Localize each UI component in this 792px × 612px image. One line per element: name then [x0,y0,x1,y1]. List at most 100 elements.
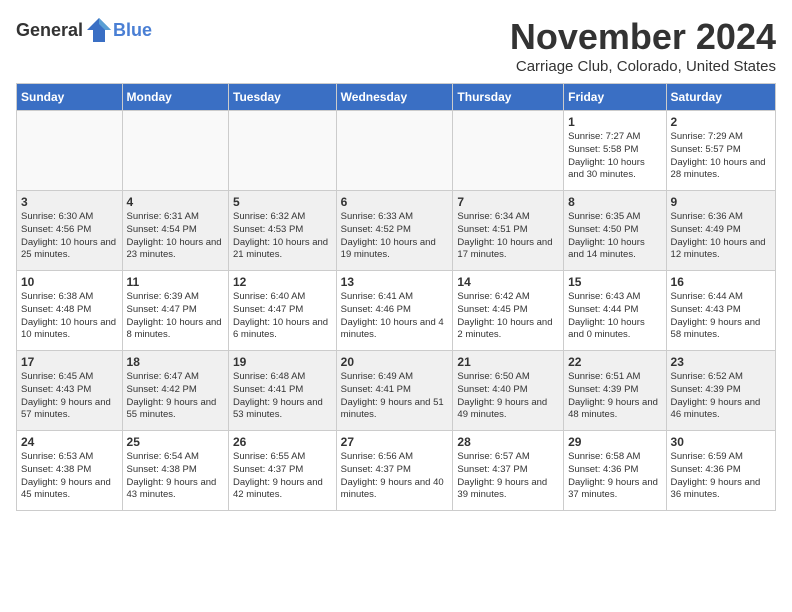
day-number: 17 [21,355,118,369]
day-info: Sunrise: 6:43 AM Sunset: 4:44 PM Dayligh… [568,291,661,342]
col-header-wednesday: Wednesday [336,84,453,111]
day-info: Sunrise: 6:56 AM Sunset: 4:37 PM Dayligh… [341,451,449,502]
day-number: 1 [568,115,661,129]
logo-blue: Blue [113,20,152,41]
day-number: 27 [341,435,449,449]
col-header-friday: Friday [564,84,666,111]
day-info: Sunrise: 6:45 AM Sunset: 4:43 PM Dayligh… [21,371,118,422]
calendar-cell [122,111,228,191]
calendar-cell [17,111,123,191]
day-number: 21 [457,355,559,369]
logo: General Blue [16,16,152,44]
day-info: Sunrise: 6:51 AM Sunset: 4:39 PM Dayligh… [568,371,661,422]
day-info: Sunrise: 6:50 AM Sunset: 4:40 PM Dayligh… [457,371,559,422]
week-row-3: 10 Sunrise: 6:38 AM Sunset: 4:48 PM Dayli… [17,271,776,351]
day-info: Sunrise: 6:35 AM Sunset: 4:50 PM Dayligh… [568,211,661,262]
calendar-cell: 19 Sunrise: 6:48 AM Sunset: 4:41 PM Dayli… [229,351,337,431]
day-number: 18 [127,355,224,369]
day-number: 15 [568,275,661,289]
day-info: Sunrise: 6:30 AM Sunset: 4:56 PM Dayligh… [21,211,118,262]
calendar-cell: 22 Sunrise: 6:51 AM Sunset: 4:39 PM Dayli… [564,351,666,431]
calendar-cell: 24 Sunrise: 6:53 AM Sunset: 4:38 PM Dayli… [17,431,123,511]
week-row-1: 1Sunrise: 7:27 AM Sunset: 5:58 PM Daylig… [17,111,776,191]
day-number: 22 [568,355,661,369]
day-number: 8 [568,195,661,209]
day-number: 10 [21,275,118,289]
day-number: 20 [341,355,449,369]
calendar-cell: 9 Sunrise: 6:36 AM Sunset: 4:49 PM Daylig… [666,191,775,271]
day-info: Sunrise: 6:34 AM Sunset: 4:51 PM Dayligh… [457,211,559,262]
day-info: Sunrise: 6:44 AM Sunset: 4:43 PM Dayligh… [671,291,771,342]
calendar-cell [336,111,453,191]
calendar-cell [229,111,337,191]
day-number: 9 [671,195,771,209]
day-info: Sunrise: 6:39 AM Sunset: 4:47 PM Dayligh… [127,291,224,342]
day-number: 2 [671,115,771,129]
day-info: Sunrise: 6:54 AM Sunset: 4:38 PM Dayligh… [127,451,224,502]
calendar-table: SundayMondayTuesdayWednesdayThursdayFrid… [16,83,776,511]
day-number: 30 [671,435,771,449]
month-title: November 2024 [510,16,776,58]
day-info: Sunrise: 7:29 AM Sunset: 5:57 PM Dayligh… [671,131,771,182]
calendar-cell: 8 Sunrise: 6:35 AM Sunset: 4:50 PM Daylig… [564,191,666,271]
calendar-cell: 17 Sunrise: 6:45 AM Sunset: 4:43 PM Dayli… [17,351,123,431]
day-number: 4 [127,195,224,209]
day-number: 23 [671,355,771,369]
logo-icon [85,16,113,44]
calendar-cell: 2 Sunrise: 7:29 AM Sunset: 5:57 PM Daylig… [666,111,775,191]
day-number: 19 [233,355,332,369]
day-number: 16 [671,275,771,289]
day-info: Sunrise: 6:59 AM Sunset: 4:36 PM Dayligh… [671,451,771,502]
calendar-cell: 12 Sunrise: 6:40 AM Sunset: 4:47 PM Dayli… [229,271,337,351]
calendar-cell: 6 Sunrise: 6:33 AM Sunset: 4:52 PM Daylig… [336,191,453,271]
day-number: 7 [457,195,559,209]
day-info: Sunrise: 6:32 AM Sunset: 4:53 PM Dayligh… [233,211,332,262]
day-number: 24 [21,435,118,449]
calendar-cell: 28 Sunrise: 6:57 AM Sunset: 4:37 PM Dayli… [453,431,564,511]
col-header-saturday: Saturday [666,84,775,111]
calendar-cell [453,111,564,191]
calendar-cell: 16 Sunrise: 6:44 AM Sunset: 4:43 PM Dayli… [666,271,775,351]
day-number: 3 [21,195,118,209]
calendar-cell: 7 Sunrise: 6:34 AM Sunset: 4:51 PM Daylig… [453,191,564,271]
calendar-cell: 3 Sunrise: 6:30 AM Sunset: 4:56 PM Daylig… [17,191,123,271]
day-info: Sunrise: 6:41 AM Sunset: 4:46 PM Dayligh… [341,291,449,342]
col-header-tuesday: Tuesday [229,84,337,111]
day-number: 25 [127,435,224,449]
day-info: Sunrise: 6:57 AM Sunset: 4:37 PM Dayligh… [457,451,559,502]
day-number: 13 [341,275,449,289]
day-number: 14 [457,275,559,289]
calendar-cell: 27 Sunrise: 6:56 AM Sunset: 4:37 PM Dayli… [336,431,453,511]
calendar-cell: 29 Sunrise: 6:58 AM Sunset: 4:36 PM Dayli… [564,431,666,511]
calendar-cell: 25 Sunrise: 6:54 AM Sunset: 4:38 PM Dayli… [122,431,228,511]
day-number: 26 [233,435,332,449]
day-number: 6 [341,195,449,209]
day-info: Sunrise: 6:31 AM Sunset: 4:54 PM Dayligh… [127,211,224,262]
day-info: Sunrise: 6:38 AM Sunset: 4:48 PM Dayligh… [21,291,118,342]
calendar-cell: 23 Sunrise: 6:52 AM Sunset: 4:39 PM Dayli… [666,351,775,431]
day-number: 5 [233,195,332,209]
calendar-cell: 20 Sunrise: 6:49 AM Sunset: 4:41 PM Dayli… [336,351,453,431]
day-info: Sunrise: 6:33 AM Sunset: 4:52 PM Dayligh… [341,211,449,262]
calendar-cell: 11Sunrise: 6:39 AM Sunset: 4:47 PM Dayli… [122,271,228,351]
calendar-cell: 13 Sunrise: 6:41 AM Sunset: 4:46 PM Dayli… [336,271,453,351]
day-info: Sunrise: 6:58 AM Sunset: 4:36 PM Dayligh… [568,451,661,502]
calendar-cell: 14 Sunrise: 6:42 AM Sunset: 4:45 PM Dayli… [453,271,564,351]
day-info: Sunrise: 6:36 AM Sunset: 4:49 PM Dayligh… [671,211,771,262]
calendar-cell: 30 Sunrise: 6:59 AM Sunset: 4:36 PM Dayli… [666,431,775,511]
day-info: Sunrise: 6:52 AM Sunset: 4:39 PM Dayligh… [671,371,771,422]
day-info: Sunrise: 6:53 AM Sunset: 4:38 PM Dayligh… [21,451,118,502]
day-number: 12 [233,275,332,289]
day-info: Sunrise: 6:47 AM Sunset: 4:42 PM Dayligh… [127,371,224,422]
week-row-5: 24 Sunrise: 6:53 AM Sunset: 4:38 PM Dayli… [17,431,776,511]
day-info: Sunrise: 6:40 AM Sunset: 4:47 PM Dayligh… [233,291,332,342]
day-number: 29 [568,435,661,449]
calendar-cell: 26 Sunrise: 6:55 AM Sunset: 4:37 PM Dayli… [229,431,337,511]
day-info: Sunrise: 6:55 AM Sunset: 4:37 PM Dayligh… [233,451,332,502]
day-info: Sunrise: 6:42 AM Sunset: 4:45 PM Dayligh… [457,291,559,342]
day-info: Sunrise: 6:49 AM Sunset: 4:41 PM Dayligh… [341,371,449,422]
day-number: 28 [457,435,559,449]
title-block: November 2024 Carriage Club, Colorado, U… [510,16,776,75]
week-row-4: 17 Sunrise: 6:45 AM Sunset: 4:43 PM Dayli… [17,351,776,431]
day-info: Sunrise: 6:48 AM Sunset: 4:41 PM Dayligh… [233,371,332,422]
